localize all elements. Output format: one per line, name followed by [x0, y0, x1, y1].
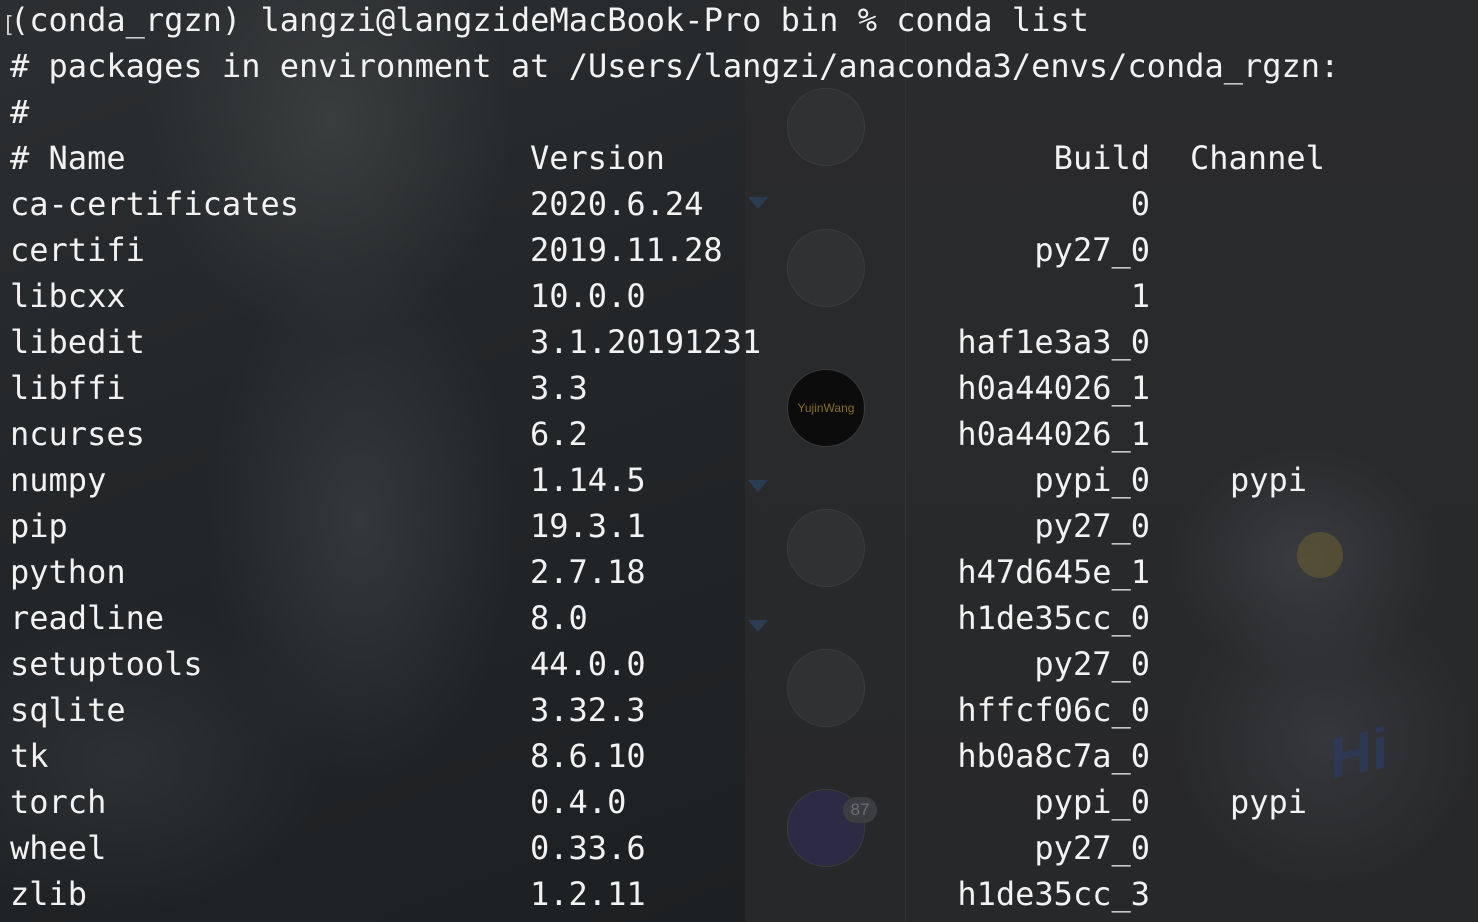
package-version: 6.2 [530, 415, 588, 453]
package-row: ncurses 6.2 h0a44026_1 [10, 414, 1470, 460]
package-version: 2019.11.28 [530, 231, 723, 269]
header-channel: Channel [1190, 139, 1325, 177]
package-row: certifi 2019.11.28 py27_0 [10, 230, 1470, 276]
package-version: 3.1.20191231 [530, 323, 762, 361]
package-row: setuptools 44.0.0 py27_0 [10, 644, 1470, 690]
package-channel: pypi [1230, 783, 1308, 821]
package-name: libedit [10, 323, 145, 361]
package-name: python [10, 553, 126, 591]
package-version: 1.14.5 [530, 461, 646, 499]
package-row: numpy 1.14.5 pypi_0 pypi [10, 460, 1470, 506]
package-name: numpy [10, 461, 107, 499]
package-name: ncurses [10, 415, 145, 453]
package-build: pypi_0 [1034, 461, 1150, 499]
header-name: # Name [10, 139, 126, 177]
package-build: h47d645e_1 [957, 553, 1150, 591]
package-name: wheel [10, 829, 107, 867]
package-version: 0.4.0 [530, 783, 627, 821]
package-row: libffi 3.3 h0a44026_1 [10, 368, 1470, 414]
package-version: 2020.6.24 [530, 185, 704, 223]
package-name: readline [10, 599, 165, 637]
package-version: 8.6.10 [530, 737, 646, 775]
package-version: 1.2.11 [530, 875, 646, 913]
package-version: 10.0.0 [530, 277, 646, 315]
package-name: libcxx [10, 277, 126, 315]
prompt-command: (conda_rgzn) langzi@langzideMacBook-Pro … [10, 1, 1089, 39]
package-row: sqlite 3.32.3 hffcf06c_0 [10, 690, 1470, 736]
package-build: hffcf06c_0 [957, 691, 1150, 729]
package-build: h0a44026_1 [957, 415, 1150, 453]
package-build: hb0a8c7a_0 [957, 737, 1150, 775]
package-row: ca-certificates 2020.6.24 0 [10, 184, 1470, 230]
package-name: setuptools [10, 645, 203, 683]
package-build: py27_0 [1034, 507, 1150, 545]
package-row: pip 19.3.1 py27_0 [10, 506, 1470, 552]
package-build: haf1e3a3_0 [957, 323, 1150, 361]
hash-text: # [10, 93, 30, 131]
package-version: 3.32.3 [530, 691, 646, 729]
package-build: py27_0 [1034, 645, 1150, 683]
package-build: h1de35cc_3 [957, 875, 1150, 913]
package-build: 1 [1130, 277, 1150, 315]
package-name: pip [10, 507, 68, 545]
package-row: readline 8.0 h1de35cc_0 [10, 598, 1470, 644]
package-name: certifi [10, 231, 145, 269]
package-row: libcxx 10.0.0 1 [10, 276, 1470, 322]
package-row: wheel 0.33.6 py27_0 [10, 828, 1470, 874]
header-row: # Name Version Build Channel [10, 138, 1470, 184]
package-row: libedit 3.1.20191231 haf1e3a3_0 [10, 322, 1470, 368]
package-row: zlib 1.2.11 h1de35cc_3 [10, 874, 1470, 920]
package-version: 19.3.1 [530, 507, 646, 545]
package-build: py27_0 [1034, 829, 1150, 867]
package-name: torch [10, 783, 107, 821]
package-channel: pypi [1230, 461, 1308, 499]
package-version: 8.0 [530, 599, 588, 637]
package-build: h1de35cc_0 [957, 599, 1150, 637]
package-build: pypi_0 [1034, 783, 1150, 821]
prompt-line: [ (conda_rgzn) langzi@langzideMacBook-Pr… [2, 0, 1470, 46]
package-version: 3.3 [530, 369, 588, 407]
package-name: ca-certificates [10, 185, 299, 223]
package-row: python 2.7.18 h47d645e_1 [10, 552, 1470, 598]
package-name: libffi [10, 369, 126, 407]
hash-line: # [10, 92, 1470, 138]
env-path-text: # packages in environment at /Users/lang… [10, 47, 1340, 85]
package-name: tk [10, 737, 49, 775]
package-build: py27_0 [1034, 231, 1150, 269]
terminal-output[interactable]: [ (conda_rgzn) langzi@langzideMacBook-Pr… [2, 0, 1470, 920]
package-row: torch 0.4.0 pypi_0 pypi [10, 782, 1470, 828]
package-version: 2.7.18 [530, 553, 646, 591]
package-build: 0 [1130, 185, 1150, 223]
package-name: zlib [10, 875, 88, 913]
package-row: tk 8.6.10 hb0a8c7a_0 [10, 736, 1470, 782]
env-path-line: # packages in environment at /Users/lang… [10, 46, 1470, 92]
header-build: Build [1053, 139, 1150, 177]
package-build: h0a44026_1 [957, 369, 1150, 407]
package-version: 44.0.0 [530, 645, 646, 683]
package-list: ca-certificates 2020.6.24 0 certifi 2019.11.… [10, 184, 1470, 920]
package-name: sqlite [10, 691, 126, 729]
package-version: 0.33.6 [530, 829, 646, 867]
header-version: Version [530, 139, 665, 177]
